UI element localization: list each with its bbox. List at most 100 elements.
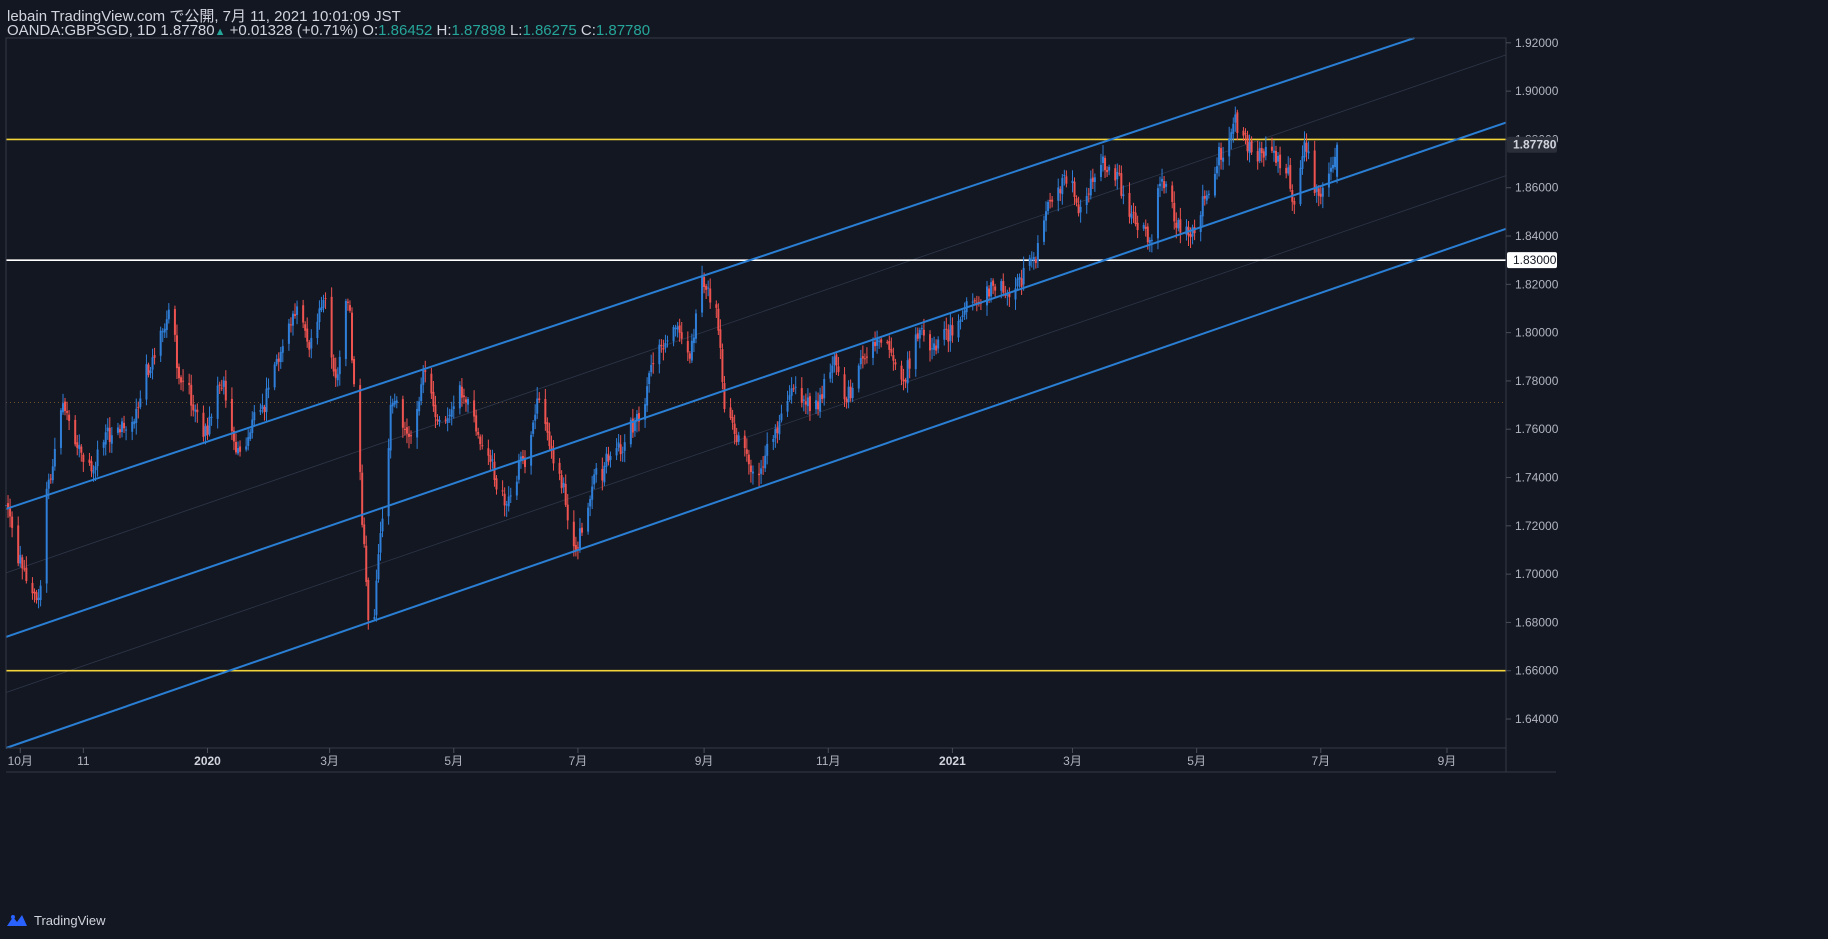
- candle-body: [745, 449, 748, 454]
- x-tick-label: 5月: [1187, 754, 1206, 768]
- candle-body: [190, 384, 193, 406]
- candle-body: [1264, 146, 1267, 156]
- candle-body: [204, 426, 207, 436]
- x-tick-label: 10月: [8, 754, 33, 768]
- candle-body: [220, 387, 223, 389]
- candle-body: [904, 379, 907, 382]
- candle-body: [464, 399, 467, 403]
- candle-body: [719, 329, 722, 348]
- candle-body: [210, 416, 213, 418]
- candle-body: [1085, 195, 1088, 206]
- candle-body: [1215, 166, 1218, 174]
- candle-body: [1089, 178, 1092, 196]
- candle-body: [318, 308, 321, 323]
- candle-body: [25, 567, 28, 581]
- candle-body: [959, 319, 962, 322]
- candle-body: [758, 473, 761, 476]
- candle-body: [446, 417, 449, 423]
- candle-body: [467, 399, 470, 405]
- candle-body: [88, 459, 91, 463]
- candle-body: [147, 364, 150, 376]
- candle-body: [208, 416, 211, 435]
- candle-body: [1146, 226, 1149, 243]
- candle-body: [1104, 157, 1107, 171]
- close-value: 1.87780: [595, 22, 651, 39]
- candle-body: [68, 414, 71, 421]
- candle-body: [1045, 211, 1048, 221]
- candle-body: [47, 479, 50, 489]
- candle-body: [291, 313, 294, 326]
- y-tick-label: 1.90000: [1515, 84, 1559, 98]
- candle-body: [971, 301, 974, 303]
- candle-body: [819, 394, 822, 412]
- candle-body: [1061, 177, 1064, 195]
- candle-body: [462, 395, 465, 397]
- candle-body: [530, 435, 533, 466]
- candle-body: [922, 329, 925, 336]
- candle-body: [534, 414, 537, 421]
- candle-body: [872, 341, 875, 358]
- candle-body: [493, 461, 496, 480]
- candle-body: [308, 342, 311, 350]
- candle-body: [794, 386, 797, 388]
- y-tick-label: 1.68000: [1515, 615, 1559, 629]
- footer-brand[interactable]: TradingView: [6, 910, 106, 930]
- x-tick-label: 3月: [320, 754, 339, 768]
- candle-body: [495, 478, 498, 490]
- candle-body: [660, 344, 663, 347]
- candle-body: [501, 490, 504, 492]
- candle-body: [817, 401, 820, 410]
- candle-body: [348, 305, 351, 311]
- candle-body: [662, 348, 665, 350]
- candle-body: [247, 437, 250, 446]
- candle-body: [648, 373, 651, 385]
- candle-body: [1122, 194, 1125, 197]
- price-chart[interactable]: 1.920001.900001.880001.860001.840001.820…: [0, 0, 1828, 939]
- candle-body: [9, 508, 12, 517]
- candle-body: [106, 427, 109, 432]
- candle-body: [715, 304, 718, 308]
- candle-body: [1301, 156, 1304, 169]
- candle-body: [1303, 141, 1306, 158]
- level-price-text: 1.83000: [1513, 253, 1557, 267]
- candle-body: [346, 301, 349, 303]
- candle-body: [945, 328, 948, 330]
- candle-body: [1179, 219, 1182, 233]
- candle-body: [253, 412, 256, 421]
- candle-body: [694, 313, 697, 339]
- candle-body: [1203, 196, 1206, 199]
- candle-body: [1118, 173, 1121, 175]
- candle-body: [666, 340, 669, 342]
- change-value: +0.01328 (+0.71%): [229, 22, 359, 39]
- candle-body: [1205, 195, 1208, 201]
- candle-body: [863, 358, 866, 360]
- candle-body: [389, 404, 392, 451]
- channel-line: [5, 121, 1507, 638]
- candle-body: [1034, 259, 1037, 264]
- candle-body: [367, 579, 370, 621]
- candle-body: [833, 356, 836, 365]
- price-labels: 1.83000 1.87780: [1507, 136, 1557, 269]
- candle-body: [245, 446, 248, 450]
- candle-body: [973, 300, 976, 302]
- high-label: H:: [436, 22, 452, 39]
- candle-body: [234, 441, 237, 453]
- candle-body: [273, 364, 276, 388]
- candle-body: [772, 438, 775, 442]
- time-axis: 10月 11 2020 3月 5月 7月 9月 11月 2021 3月 5月 7月 9月: [8, 748, 1456, 768]
- candle-body: [59, 410, 62, 448]
- candle-body: [161, 331, 164, 333]
- candle-body: [857, 365, 860, 389]
- candle-body: [1065, 176, 1068, 184]
- candle-body: [1128, 192, 1131, 217]
- candle-body: [548, 431, 551, 446]
- candle-body: [603, 465, 606, 483]
- candle-body: [751, 471, 754, 474]
- candle-body: [564, 483, 567, 505]
- candle-body: [1059, 189, 1062, 194]
- candle-body: [937, 339, 940, 349]
- candle-body: [108, 427, 111, 442]
- candle-body: [121, 421, 124, 432]
- candle-body: [275, 359, 278, 365]
- candle-body: [375, 580, 378, 616]
